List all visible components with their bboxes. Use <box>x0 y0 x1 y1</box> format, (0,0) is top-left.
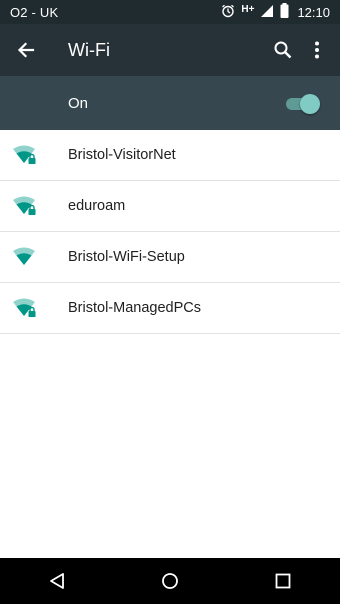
network-row[interactable]: eduroam <box>0 181 340 232</box>
battery-icon <box>280 3 289 21</box>
system-nav-bar <box>0 558 340 604</box>
recents-square-icon[interactable] <box>253 558 313 604</box>
network-ssid: Bristol-WiFi-Setup <box>68 249 185 265</box>
more-vert-icon[interactable] <box>300 24 334 76</box>
network-row[interactable]: Bristol-ManagedPCs <box>0 283 340 334</box>
network-ssid: eduroam <box>68 198 126 214</box>
wifi-lock-icon <box>0 181 68 232</box>
wifi-lock-icon <box>0 130 68 181</box>
search-icon[interactable] <box>266 24 300 76</box>
wifi-open-icon <box>0 232 68 283</box>
page-title: Wi-Fi <box>68 39 110 60</box>
status-icons: H+ 12:10 <box>221 3 330 21</box>
wifi-lock-icon <box>0 283 68 334</box>
app-bar: Wi-Fi <box>0 24 340 76</box>
cell-signal-icon <box>260 4 274 21</box>
toggle-thumb <box>300 94 320 114</box>
back-triangle-icon[interactable] <box>27 558 87 604</box>
network-type-label: H+ <box>241 3 255 15</box>
network-ssid: Bristol-ManagedPCs <box>68 300 201 316</box>
home-circle-icon[interactable] <box>140 558 200 604</box>
status-bar: O2 - UK H+ 12:10 <box>0 0 340 24</box>
alarm-icon <box>221 4 235 21</box>
clock: 12:10 <box>297 4 330 20</box>
wifi-toggle[interactable] <box>284 91 320 115</box>
network-row[interactable]: Bristol-WiFi-Setup <box>0 232 340 283</box>
wifi-switch-bar[interactable]: On <box>0 76 340 130</box>
network-list: Bristol-VisitorNet eduroam Bristol-WiFi-… <box>0 130 340 334</box>
network-row[interactable]: Bristol-VisitorNet <box>0 130 340 181</box>
network-ssid: Bristol-VisitorNet <box>68 147 176 163</box>
carrier-label: O2 - UK <box>10 4 59 20</box>
wifi-switch-label: On <box>68 94 89 112</box>
back-arrow-icon[interactable] <box>0 24 52 76</box>
